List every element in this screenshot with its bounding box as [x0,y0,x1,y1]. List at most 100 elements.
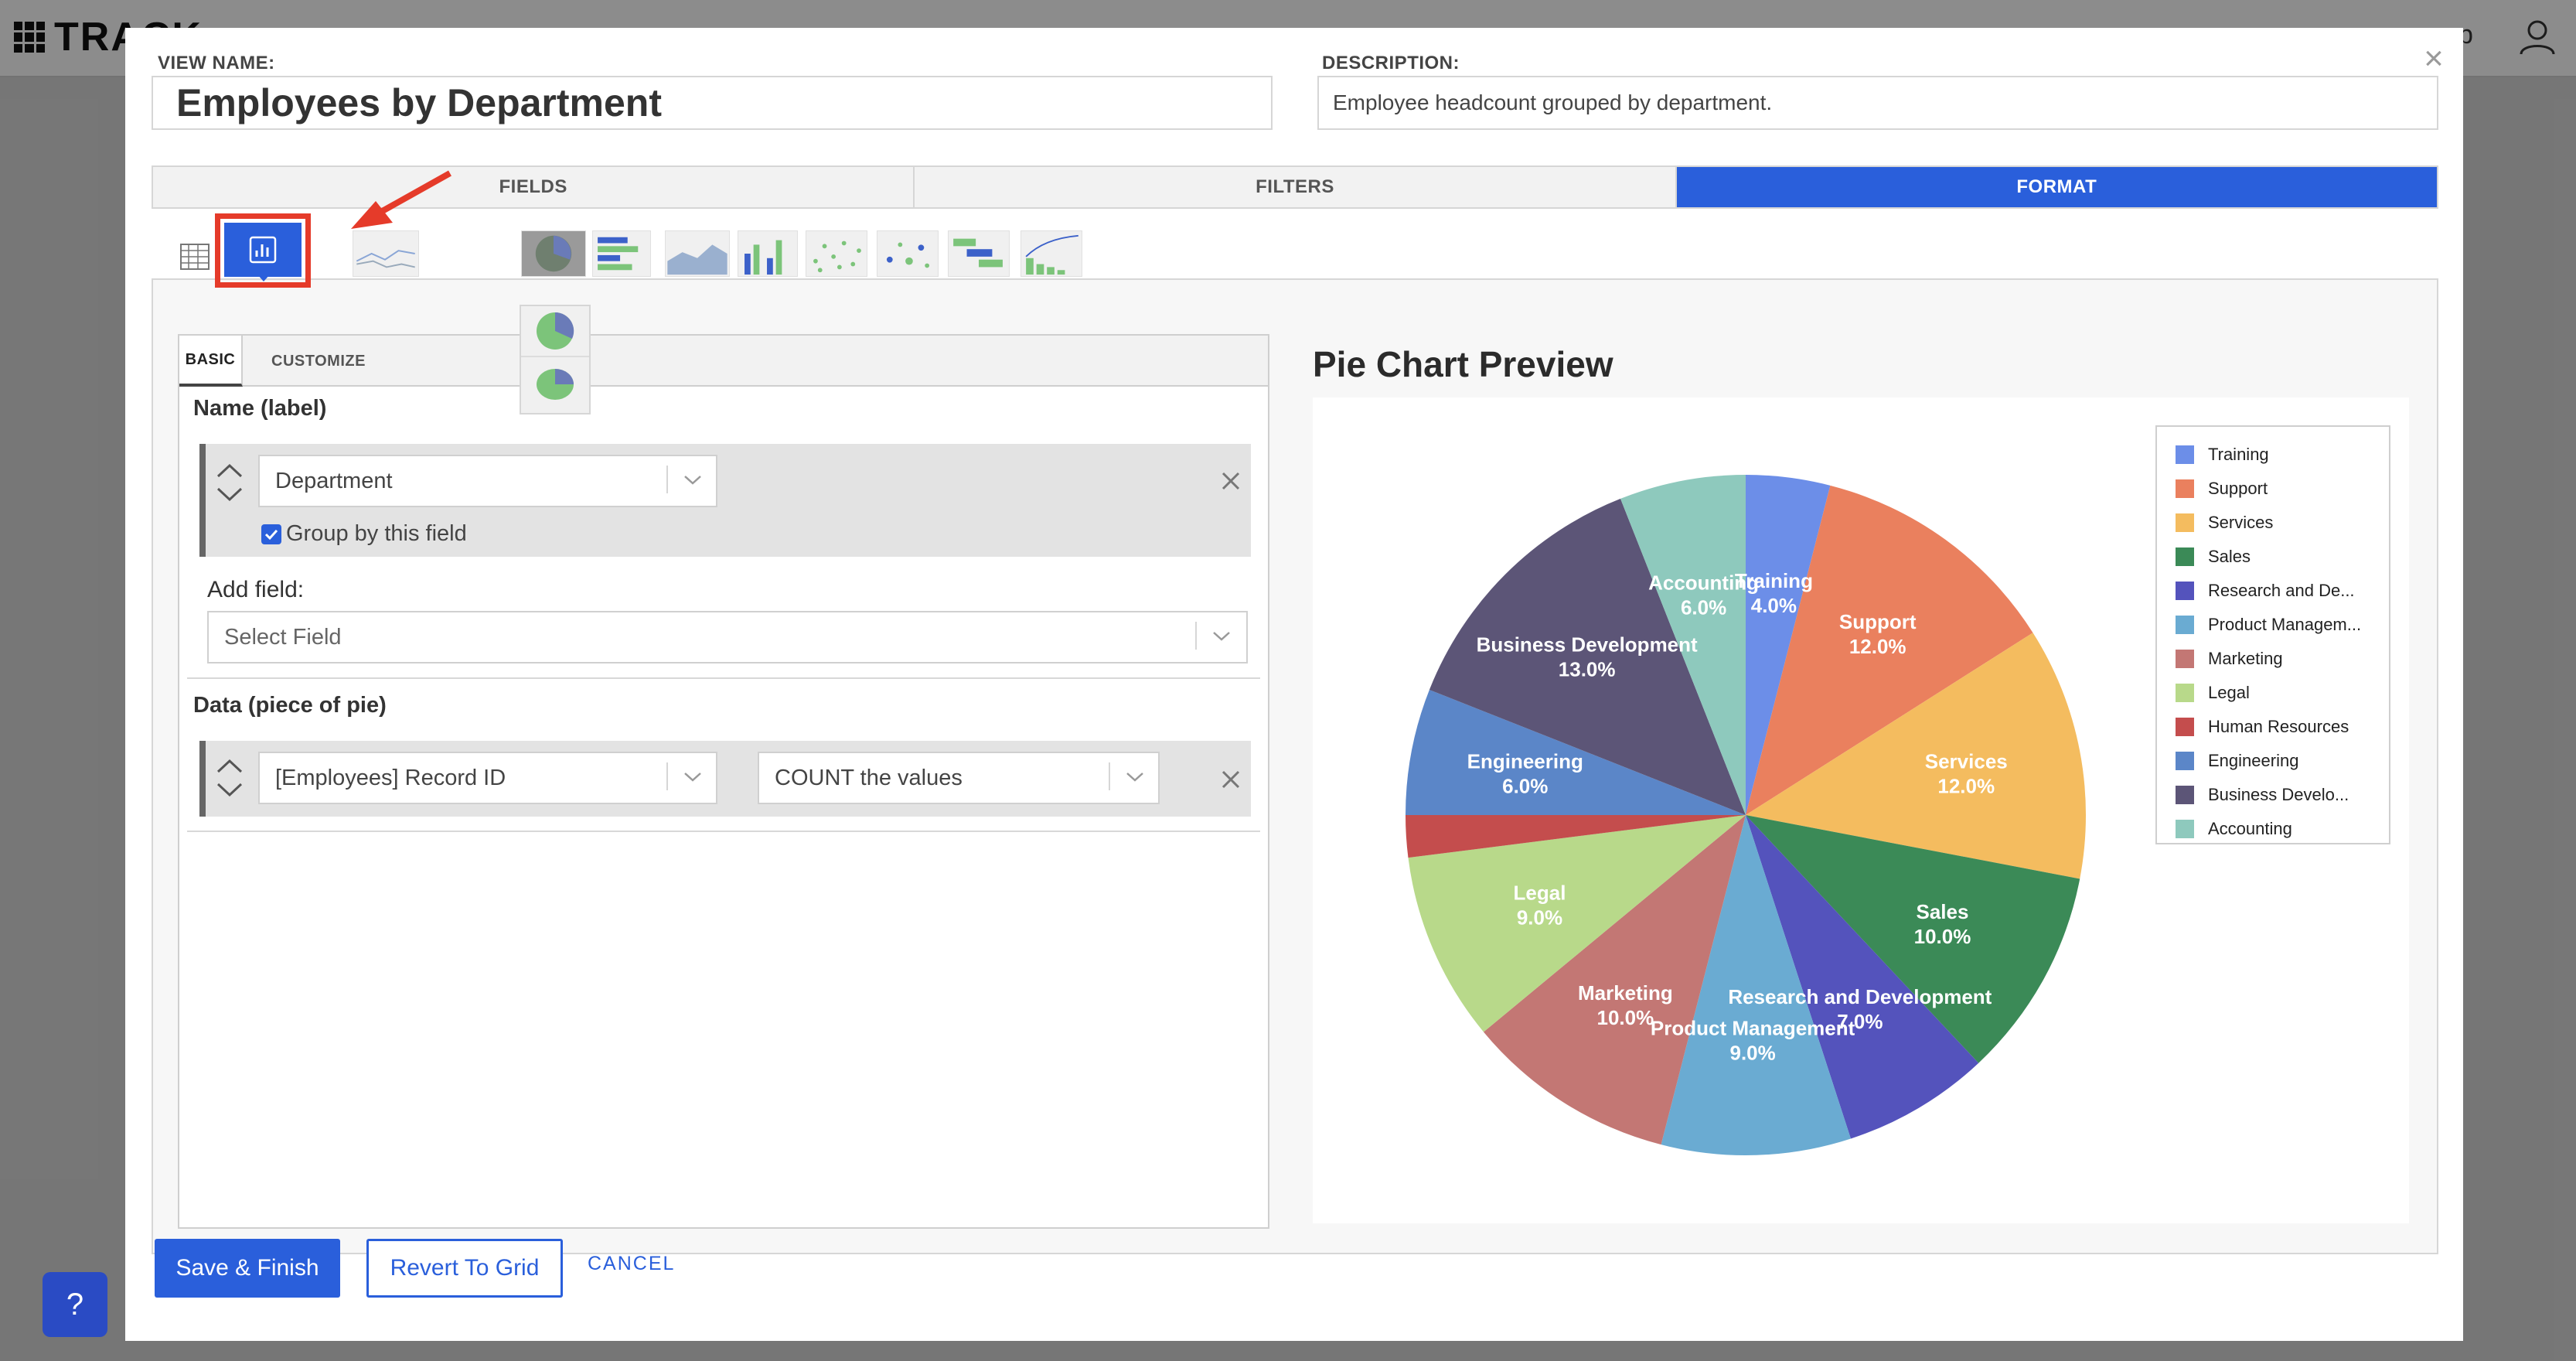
legend-label: Support [2208,479,2268,498]
data-field-value: [Employees] Record ID [275,765,506,790]
legend-label: Services [2208,513,2274,532]
save-finish-button[interactable]: Save & Finish [155,1239,340,1298]
legend-swatch [2176,650,2194,668]
gantt-icon[interactable] [948,230,1010,277]
cancel-link[interactable]: CANCEL [588,1253,675,1275]
legend-item[interactable]: Business Develo... [2157,778,2389,812]
scatter-icon[interactable] [806,230,867,277]
legend-item[interactable]: Research and De... [2157,574,2389,608]
line-icon[interactable] [353,230,419,277]
bar-icon[interactable] [738,230,798,277]
donut-variant-option[interactable] [521,357,589,408]
section-divider [187,677,1260,679]
remove-field-icon[interactable] [1218,767,1243,792]
data-section-title: Data (piece of pie) [193,693,387,718]
revert-to-grid-button[interactable]: Revert To Grid [366,1239,563,1298]
description-input[interactable]: Employee headcount grouped by department… [1317,76,2438,130]
legend-item[interactable]: Human Resources [2157,710,2389,744]
close-icon[interactable]: × [2418,42,2449,76]
preview-panel: Pie Chart Preview Training 4.0% Support 12.… [1290,280,2437,1253]
legend-label: Engineering [2208,751,2299,770]
legend-label: Human Resources [2208,717,2349,736]
legend-label: Product Managem... [2208,615,2362,634]
add-field-select[interactable]: Select Field [207,611,1248,663]
group-by-checkbox[interactable] [261,524,281,544]
tab-fields[interactable]: FIELDS [153,167,915,207]
pareto-icon[interactable] [1021,230,1082,277]
slice-percent: 9.0% [1729,1041,1775,1064]
legend-item[interactable]: Product Managem... [2157,608,2389,642]
slice-percent: 10.0% [1914,925,1971,948]
area-icon[interactable] [665,230,730,277]
legend-swatch [2176,513,2194,532]
legend-label: Research and De... [2208,581,2355,600]
basic-settings-panel: BASIC CUSTOMIZE Name (label) Department [178,334,1269,1229]
chart-legend: Training Support Services Sales Research and… [2155,425,2390,844]
chart-area: Training 4.0% Support 12.0% Services 12.0% Sal… [1313,397,2409,1223]
chevron-down-icon [1126,773,1143,782]
slice-label: Services [1925,750,2008,773]
legend-item[interactable]: Engineering [2157,744,2389,778]
legend-item[interactable]: Services [2157,506,2389,540]
chevron-down-icon [684,476,701,485]
legend-item[interactable]: Training [2157,438,2389,472]
legend-item[interactable]: Legal [2157,676,2389,710]
label-field-row: Department Group by this field [199,444,1251,557]
legend-label: Sales [2208,547,2251,566]
legend-item[interactable]: Support [2157,472,2389,506]
editor-tabs: FIELDS FILTERS FORMAT [152,165,2438,209]
pie-bar-icon[interactable] [224,223,302,281]
group-by-option: Group by this field [261,521,467,547]
slice-percent: 9.0% [1517,906,1562,929]
chevron-down-icon [684,773,701,782]
legend-swatch [2176,718,2194,736]
pie-variant-option[interactable] [521,306,589,357]
group-by-label: Group by this field [286,521,467,546]
legend-swatch [2176,479,2194,498]
reorder-updown-icon[interactable] [213,753,246,803]
aggregate-value: COUNT the values [775,765,963,790]
remove-field-icon[interactable] [1218,469,1243,493]
preview-title: Pie Chart Preview [1313,344,1613,384]
horizontal-bar-icon[interactable] [592,230,651,277]
legend-swatch [2176,582,2194,600]
bubble-icon[interactable] [877,230,939,277]
settings-subtabs: BASIC CUSTOMIZE [179,336,1268,387]
slice-label: Sales [1917,900,1969,923]
table-icon[interactable] [175,237,215,277]
tab-filters[interactable]: FILTERS [915,167,1677,207]
legend-item[interactable]: Marketing [2157,642,2389,676]
label-field-select[interactable]: Department [258,455,717,507]
slice-percent: 6.0% [1681,596,1726,619]
pie-icon[interactable] [521,230,586,277]
legend-swatch [2176,445,2194,464]
donut-3d-icon [537,369,574,400]
slice-percent: 12.0% [1937,775,1995,798]
chart-glyph-icon [249,236,277,264]
pie-variant-dropdown [520,305,591,414]
reorder-updown-icon[interactable] [213,458,246,507]
aggregate-select[interactable]: COUNT the values [758,752,1160,804]
legend-item[interactable]: Accounting [2157,812,2389,846]
section-divider [187,831,1260,832]
data-field-row: [Employees] Record ID COUNT the values [199,741,1251,817]
legend-swatch [2176,684,2194,702]
subtab-basic[interactable]: BASIC [179,336,243,387]
legend-item[interactable]: Sales [2157,540,2389,574]
checkmark-icon [264,529,278,540]
legend-swatch [2176,547,2194,566]
help-label: ? [66,1287,84,1322]
annotation-arrow-icon [351,170,451,229]
subtab-customize[interactable]: CUSTOMIZE [249,336,388,387]
slice-label: Engineering [1467,750,1583,773]
data-field-select[interactable]: [Employees] Record ID [258,752,717,804]
tab-format[interactable]: FORMAT [1676,167,2437,207]
slice-label: Business Development [1477,633,1698,657]
slice-label: Accounting [1648,571,1759,595]
legend-label: Training [2208,445,2269,464]
help-button[interactable]: ? [43,1272,107,1337]
slice-percent: 13.0% [1559,658,1616,681]
slice-label: Support [1839,610,1917,633]
add-field-placeholder: Select Field [224,624,342,650]
view-name-input[interactable]: Employees by Department [152,76,1273,130]
